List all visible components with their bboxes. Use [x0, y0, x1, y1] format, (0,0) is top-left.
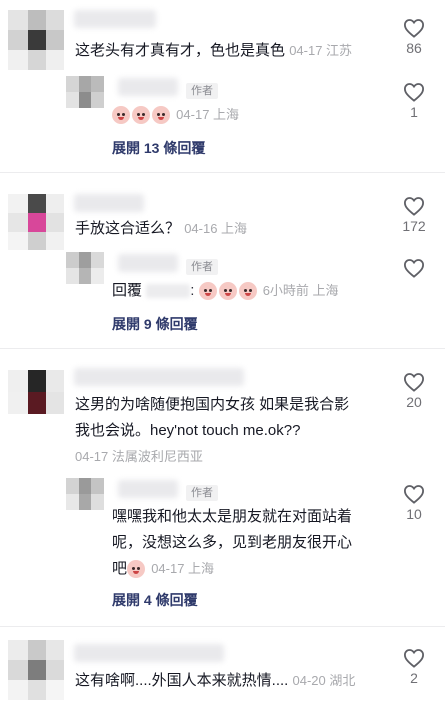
heart-outline-icon	[403, 373, 425, 392]
emoji-icon	[152, 106, 170, 125]
username[interactable]	[74, 194, 144, 212]
reply-text: 回覆 : 6小時前 上海	[112, 282, 339, 301]
like-button[interactable]: 20	[394, 372, 434, 410]
emoji-icon	[132, 106, 150, 125]
reply-avatar[interactable]	[66, 478, 104, 510]
username[interactable]	[74, 10, 156, 28]
like-button[interactable]: 86	[394, 18, 434, 56]
heart-outline-icon	[403, 19, 425, 38]
reply-text: 04-17 上海	[112, 102, 239, 128]
comment-meta: 04-17 法属波利尼西亚	[75, 449, 203, 464]
avatar[interactable]	[8, 194, 64, 250]
comment-text: 这男的为啥随便抱国内女孩 如果是我合影	[75, 396, 350, 413]
divider	[0, 348, 445, 349]
reply-avatar[interactable]	[66, 252, 104, 284]
heart-outline-icon	[403, 485, 425, 504]
comment-text: 这老头有才真有才，色也是真色 04-17 江苏	[75, 42, 353, 59]
author-tag: 作者	[186, 485, 218, 501]
heart-outline-icon	[403, 649, 425, 668]
expand-replies-button[interactable]: 展開 13 條回覆	[112, 138, 205, 158]
emoji-icon	[127, 560, 146, 579]
emoji-icon	[112, 106, 130, 125]
author-tag: 作者	[186, 259, 218, 275]
like-count: 2	[410, 670, 418, 686]
reply-avatar[interactable]	[66, 76, 104, 108]
expand-replies-button[interactable]: 展開 9 條回覆	[112, 314, 198, 334]
reply-text: 嘿嘿我和他太太是朋友就在对面站着	[112, 508, 353, 525]
like-count: 1	[410, 104, 418, 120]
divider	[0, 172, 445, 173]
like-count: 10	[406, 506, 422, 522]
emoji-icon	[198, 282, 217, 301]
avatar[interactable]	[8, 10, 64, 70]
expand-replies-button[interactable]: 展開 4 條回覆	[112, 590, 198, 610]
reply-username[interactable]	[118, 254, 178, 272]
reply-text: 吧 04-17 上海	[112, 560, 215, 579]
reply-text: 呢，没想这么多，见到老朋友很开心	[112, 534, 353, 551]
emoji-icon	[238, 282, 257, 301]
comment-text: 我也会说。hey'not touch me.ok??	[75, 422, 301, 439]
reply-username[interactable]	[118, 78, 178, 96]
heart-outline-icon	[403, 259, 425, 278]
heart-outline-icon	[403, 197, 425, 216]
like-button[interactable]: 172	[394, 196, 434, 234]
comment-text: 手放这合适么？ 04-16 上海	[75, 220, 248, 237]
like-button[interactable]	[394, 258, 434, 278]
like-count: 20	[406, 394, 422, 410]
like-button[interactable]: 2	[394, 648, 434, 686]
username[interactable]	[74, 368, 244, 386]
emoji-icon	[218, 282, 237, 301]
avatar[interactable]	[8, 370, 64, 414]
like-count: 86	[406, 40, 422, 56]
like-button[interactable]: 1	[394, 82, 434, 120]
author-tag: 作者	[186, 83, 218, 99]
username[interactable]	[74, 644, 224, 662]
comment-text: 这有啥啊....外国人本来就热情.... 04-20 湖北	[75, 672, 356, 689]
heart-outline-icon	[403, 83, 425, 102]
avatar[interactable]	[8, 640, 64, 700]
reply-username[interactable]	[118, 480, 178, 498]
divider	[0, 626, 445, 627]
like-button[interactable]: 10	[394, 484, 434, 522]
like-count: 172	[402, 218, 426, 234]
